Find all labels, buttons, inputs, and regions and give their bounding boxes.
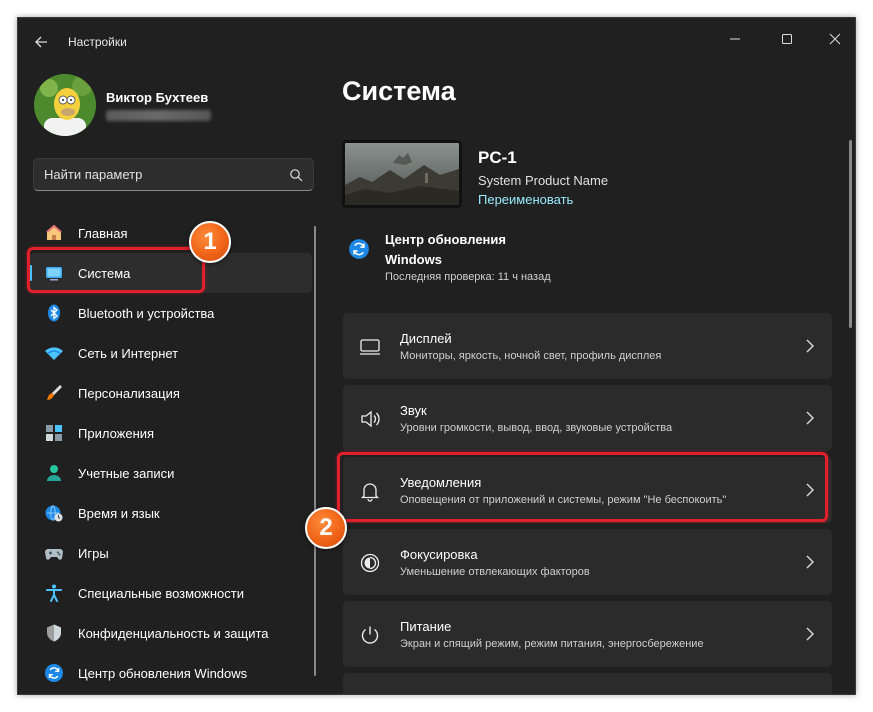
user-email-blurred — [106, 110, 211, 121]
sidebar-item-label: Приложения — [78, 425, 155, 441]
monitor-icon — [359, 336, 381, 358]
main-scrollbar[interactable] — [849, 140, 852, 328]
back-button[interactable] — [32, 32, 52, 52]
user-icon — [44, 463, 64, 483]
arrow-left-icon — [35, 36, 47, 48]
maximize-icon — [782, 34, 792, 44]
windows-update-title[interactable]: Центр обновления Windows — [385, 230, 545, 270]
update-icon — [349, 239, 369, 259]
card-subtitle: Мониторы, яркость, ночной свет, профиль … — [400, 350, 662, 362]
sidebar-item-label: Bluetooth и устройства — [78, 305, 215, 321]
card-notifications[interactable]: Уведомления Оповещения от приложений и с… — [343, 457, 832, 523]
card-power[interactable]: Питание Экран и спящий режим, режим пита… — [343, 601, 832, 667]
pc-name: PC-1 — [478, 148, 517, 167]
card-title: Фокусировка — [400, 547, 478, 562]
sidebar-item-label: Главная — [78, 225, 128, 241]
sidebar-item-label: Персонализация — [78, 385, 180, 401]
sidebar-item-gaming[interactable]: Игры — [29, 533, 312, 573]
card-title: Уведомления — [400, 475, 482, 490]
sidebar-item-time-language[interactable]: Время и язык — [29, 493, 312, 533]
search-box[interactable] — [33, 158, 314, 191]
user-name: Виктор Бухтеев — [106, 90, 209, 105]
shield-icon — [44, 623, 64, 643]
minimize-button[interactable] — [712, 24, 758, 54]
title-bar: Настройки — [18, 18, 855, 66]
avatar-image — [34, 74, 96, 136]
sidebar-item-label: Учетные записи — [78, 465, 175, 481]
card-subtitle: Экран и спящий режим, режим питания, эне… — [400, 638, 704, 650]
wifi-icon — [44, 343, 64, 363]
chevron-right-icon — [806, 483, 814, 497]
sidebar-nav: Главная Система Bluetooth и устройства С… — [29, 213, 312, 693]
window-title: Настройки — [68, 35, 127, 49]
sidebar-item-bluetooth[interactable]: Bluetooth и устройства — [29, 293, 312, 333]
step-badge-1: 1 — [189, 221, 231, 263]
gamepad-icon — [44, 543, 64, 563]
card-display[interactable]: Дисплей Мониторы, яркость, ночной свет, … — [343, 313, 832, 379]
card-subtitle: Оповещения от приложений и системы, режи… — [400, 494, 727, 506]
globe-clock-icon — [44, 503, 64, 523]
sidebar-item-accounts[interactable]: Учетные записи — [29, 453, 312, 493]
home-icon — [44, 223, 64, 243]
windows-update-status-icon — [348, 238, 370, 260]
maximize-button[interactable] — [764, 24, 810, 54]
sidebar-item-windows-update[interactable]: Центр обновления Windows — [29, 653, 312, 693]
page-title: Система — [342, 76, 456, 106]
sidebar-item-label: Конфиденциальность и защита — [78, 625, 269, 641]
user-profile[interactable]: Виктор Бухтеев — [34, 74, 324, 140]
close-icon — [829, 33, 841, 45]
sidebar-item-home[interactable]: Главная — [29, 213, 312, 253]
pc-model: System Product Name — [478, 173, 609, 188]
card-title: Питание — [400, 619, 452, 634]
sidebar-item-accessibility[interactable]: Специальные возможности — [29, 573, 312, 613]
focus-icon — [359, 552, 381, 574]
chevron-right-icon — [806, 339, 814, 353]
sidebar-scrollbar[interactable] — [314, 226, 316, 676]
display-icon — [44, 263, 64, 283]
bell-icon — [359, 480, 381, 502]
rename-link[interactable]: Переименовать — [478, 192, 573, 207]
chevron-right-icon — [806, 411, 814, 425]
close-button[interactable] — [812, 24, 855, 54]
brush-icon — [44, 383, 64, 403]
sidebar-item-label: Система — [78, 265, 131, 281]
power-icon — [359, 624, 381, 646]
bluetooth-icon — [44, 303, 64, 323]
sidebar-item-label: Сеть и Интернет — [78, 345, 179, 361]
search-icon[interactable] — [289, 168, 303, 182]
card-sound[interactable]: Звук Уровни громкости, вывод, ввод, звук… — [343, 385, 832, 451]
sidebar-item-network[interactable]: Сеть и Интернет — [29, 333, 312, 373]
sidebar-item-label: Время и язык — [78, 505, 160, 521]
sidebar-item-label: Игры — [78, 545, 109, 561]
sidebar-item-label: Центр обновления Windows — [78, 665, 248, 681]
card-next-partial[interactable] — [343, 673, 832, 694]
step-badge-2: 2 — [305, 507, 347, 549]
chevron-right-icon — [806, 627, 814, 641]
windows-update-last-check: Последняя проверка: 11 ч назад — [385, 271, 551, 283]
accessibility-icon — [44, 583, 64, 603]
update-icon — [44, 663, 64, 683]
pc-wallpaper-thumbnail — [342, 140, 462, 208]
search-input[interactable] — [44, 167, 274, 182]
speaker-icon — [359, 408, 381, 430]
sidebar-item-apps[interactable]: Приложения — [29, 413, 312, 453]
sidebar-item-privacy[interactable]: Конфиденциальность и защита — [29, 613, 312, 653]
minimize-icon — [730, 38, 740, 40]
chevron-right-icon — [806, 555, 814, 569]
card-title: Дисплей — [400, 331, 452, 346]
sidebar-item-system[interactable]: Система — [29, 253, 312, 293]
settings-window: Настройки Виктор Бухтеев Найти параметр … — [17, 17, 856, 695]
settings-cards: Дисплей Мониторы, яркость, ночной свет, … — [343, 313, 832, 694]
card-title: Звук — [400, 403, 427, 418]
card-subtitle: Уровни громкости, вывод, ввод, звуковые … — [400, 422, 673, 434]
sidebar-item-personalization[interactable]: Персонализация — [29, 373, 312, 413]
card-subtitle: Уменьшение отвлекающих факторов — [400, 566, 590, 578]
apps-icon — [44, 423, 64, 443]
card-focus[interactable]: Фокусировка Уменьшение отвлекающих факто… — [343, 529, 832, 595]
avatar — [34, 74, 96, 136]
sidebar-item-label: Специальные возможности — [78, 585, 244, 601]
